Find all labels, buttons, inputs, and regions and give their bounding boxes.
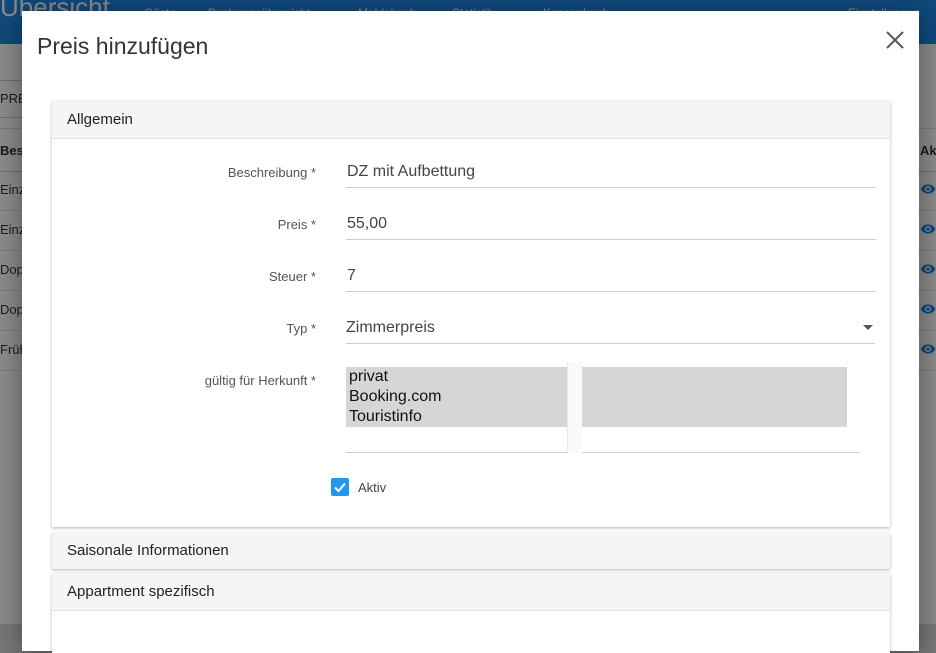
aktiv-checkbox[interactable] [331,478,349,496]
preis-label: Preis * [277,217,316,232]
panel-saisonal: Saisonale Informationen [52,533,890,569]
herkunft-multiselect[interactable]: privat Booking.com Touristinfo [346,362,860,453]
panel-header-allgemein[interactable]: Allgemein [52,101,890,139]
panel-appartment: Appartment spezifisch [52,573,890,653]
steuer-label: Steuer * [269,269,316,284]
typ-select[interactable]: Zimmerpreis [346,313,875,344]
chevron-down-icon [863,325,873,330]
panel-header-saisonal[interactable]: Saisonale Informationen [52,533,890,569]
herkunft-option-privat[interactable]: privat [346,367,847,387]
beschreibung-label: Beschreibung * [227,165,316,180]
add-price-dialog: Preis hinzufügen Allgemein Beschreibung … [22,11,919,653]
panel-header-appartment[interactable]: Appartment spezifisch [52,573,890,611]
aktiv-label: Aktiv [358,480,387,495]
checkmark-icon [334,482,346,493]
herkunft-option-booking[interactable]: Booking.com [346,387,847,407]
typ-label: Typ * [286,321,316,336]
steuer-field[interactable] [346,261,876,292]
herkunft-option-touristinfo[interactable]: Touristinfo [346,407,847,427]
dialog-title: Preis hinzufügen [37,33,209,59]
multiselect-scrollbar[interactable] [567,362,582,453]
panel-allgemein: Allgemein Beschreibung * Preis * Steuer … [52,101,890,527]
preis-field[interactable] [346,209,876,240]
herkunft-label: gültig für Herkunft * [204,373,316,388]
beschreibung-field[interactable] [346,157,876,188]
typ-select-value: Zimmerpreis [346,319,435,336]
close-icon[interactable] [884,29,906,51]
